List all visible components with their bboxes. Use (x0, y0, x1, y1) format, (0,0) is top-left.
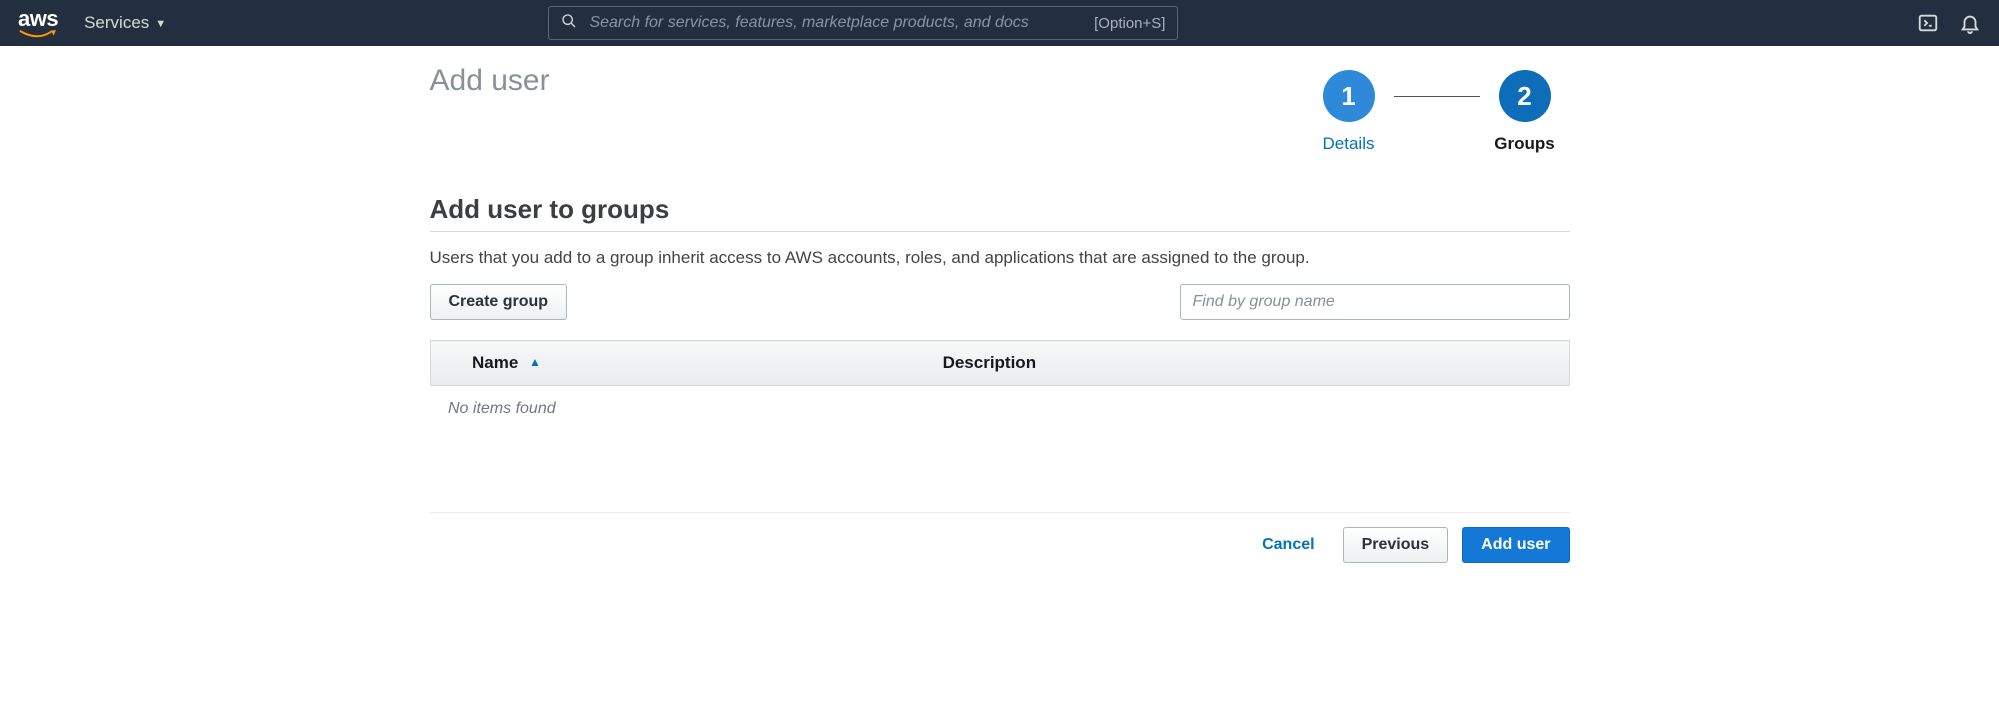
cloudshell-icon[interactable] (1917, 12, 1939, 34)
col-name-header[interactable]: Name ▲ (472, 341, 943, 386)
aws-smile-icon (18, 28, 58, 38)
search-icon (561, 13, 577, 34)
section-controls: Create group (430, 284, 1570, 320)
section-description: Users that you add to a group inherit ac… (430, 248, 1570, 268)
step-connector (1394, 96, 1480, 97)
groups-table: Name ▲ Description No items found (430, 340, 1570, 432)
sort-ascending-icon: ▲ (529, 355, 541, 369)
nav-icons (1917, 12, 1981, 34)
table-empty-row: No items found (430, 386, 1569, 433)
search-box[interactable]: [Option+S] (548, 6, 1178, 40)
page-header: Add user 1 Details 2 Groups (430, 64, 1570, 154)
col-name-label: Name (472, 353, 518, 372)
step-label: Groups (1494, 134, 1554, 154)
empty-message: No items found (430, 386, 1569, 433)
page-content: Add user 1 Details 2 Groups Add user to … (420, 46, 1580, 573)
top-nav: aws Services ▼ [Option+S] (0, 0, 1999, 46)
table-header-row: Name ▲ Description (430, 341, 1569, 386)
services-label: Services (84, 13, 149, 33)
section-divider (430, 231, 1570, 232)
step-label: Details (1323, 134, 1375, 154)
group-filter-input[interactable] (1180, 284, 1570, 320)
wizard-step-details[interactable]: 1 Details (1304, 70, 1394, 154)
page-title: Add user (430, 64, 550, 98)
search-shortcut-hint: [Option+S] (1094, 15, 1165, 32)
step-number: 1 (1323, 70, 1375, 122)
cancel-button[interactable]: Cancel (1248, 527, 1328, 563)
col-description-header[interactable]: Description (943, 341, 1569, 386)
caret-down-icon: ▼ (155, 18, 166, 30)
add-user-button[interactable]: Add user (1462, 527, 1569, 563)
services-menu-button[interactable]: Services ▼ (84, 13, 166, 33)
notifications-icon[interactable] (1959, 12, 1981, 34)
aws-logo[interactable]: aws (18, 8, 58, 38)
wizard-step-groups: 2 Groups (1480, 70, 1570, 154)
previous-button[interactable]: Previous (1343, 527, 1449, 563)
create-group-button[interactable]: Create group (430, 284, 568, 320)
wizard-steps: 1 Details 2 Groups (1304, 70, 1570, 154)
col-select (430, 341, 472, 386)
step-number: 2 (1499, 70, 1551, 122)
groups-table-wrapper: Name ▲ Description No items found (430, 340, 1570, 432)
global-search: [Option+S] (548, 6, 1178, 40)
page-footer: Cancel Previous Add user (430, 512, 1570, 573)
section-title: Add user to groups (430, 194, 1570, 225)
search-input[interactable] (589, 14, 1082, 32)
aws-logo-text: aws (18, 8, 58, 30)
col-description-label: Description (943, 353, 1037, 372)
